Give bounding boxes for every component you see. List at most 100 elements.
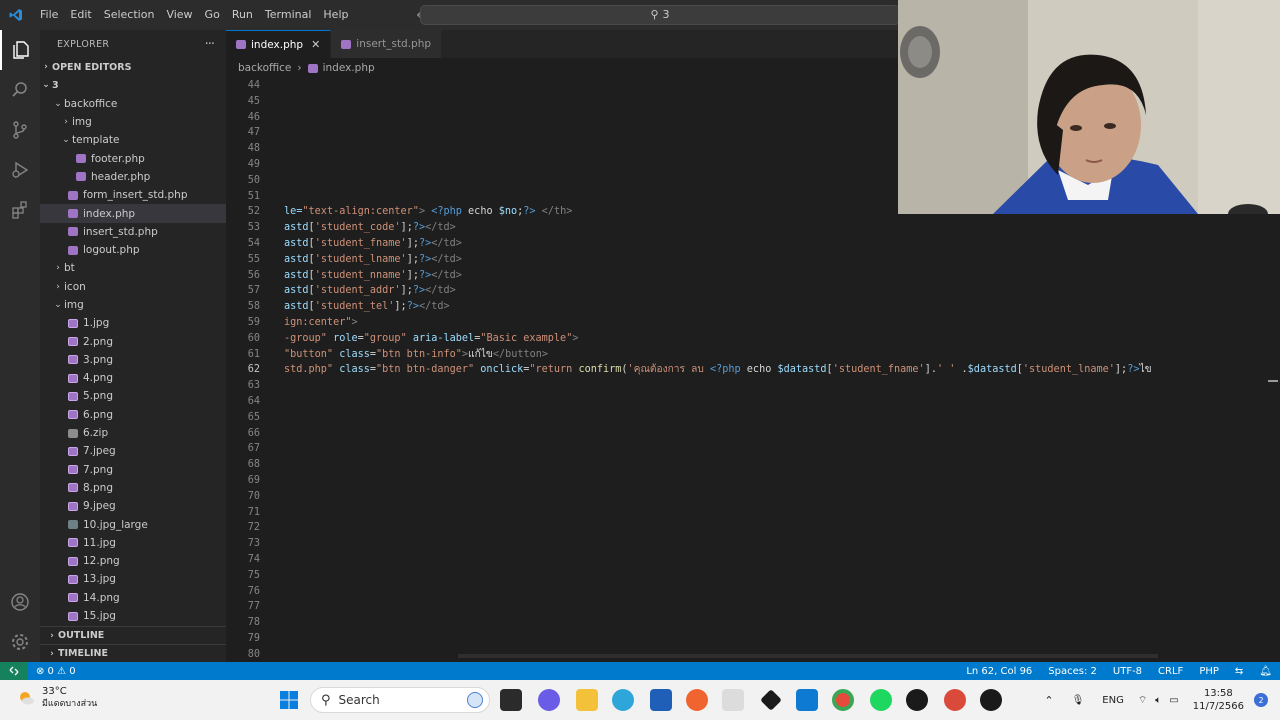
explorer-header: EXPLORER ···	[40, 30, 226, 58]
run-debug-icon[interactable]	[0, 150, 40, 190]
explorer-icon[interactable]	[0, 30, 40, 70]
wifi-icon[interactable]: ⌔	[1138, 694, 1147, 707]
source-control-icon[interactable]	[0, 110, 40, 150]
menu-terminal[interactable]: Terminal	[259, 0, 318, 30]
tree-file[interactable]: 8.png	[40, 479, 226, 497]
input-language[interactable]: ENG	[1102, 695, 1124, 706]
cursor-position[interactable]: Ln 62, Col 96	[958, 666, 1040, 677]
menu-run[interactable]: Run	[226, 0, 259, 30]
tree-file[interactable]: 6.zip	[40, 424, 226, 442]
outline-section[interactable]: › OUTLINE	[40, 626, 226, 644]
windows-start-icon[interactable]	[279, 690, 299, 713]
chrome-icon[interactable]	[832, 689, 854, 711]
tree-file[interactable]: index.php	[40, 204, 226, 223]
accounts-icon[interactable]	[0, 582, 40, 622]
tree-file[interactable]: form_insert_std.php	[40, 186, 226, 204]
tree-folder[interactable]: › img	[40, 113, 226, 131]
tree-file[interactable]: 2.png	[40, 332, 226, 350]
tree-file[interactable]: logout.php	[40, 241, 226, 259]
tree-folder[interactable]: › bt	[40, 259, 226, 277]
tree-file[interactable]: 5.png	[40, 387, 226, 405]
webcam-overlay	[898, 0, 1280, 214]
dropbox-icon[interactable]	[760, 689, 782, 711]
bell-icon[interactable]: 🔔︎	[1251, 666, 1280, 677]
tab-insert-std-php[interactable]: insert_std.php	[331, 30, 443, 58]
menu-go[interactable]: Go	[199, 0, 226, 30]
battery-icon[interactable]: ▭	[1169, 695, 1178, 706]
settings-gear-icon[interactable]	[0, 622, 40, 662]
taskbar-search-input[interactable]: ⚲ Search	[310, 687, 490, 713]
tree-file[interactable]: 12.png	[40, 552, 226, 570]
tree-file[interactable]: 11.jpg	[40, 534, 226, 552]
tree-file[interactable]: 13.jpg	[40, 570, 226, 588]
close-icon[interactable]: ✕	[311, 38, 320, 51]
code-token: </button>	[492, 348, 549, 360]
chrome-profile-icon[interactable]	[944, 689, 966, 711]
file-encoding[interactable]: UTF-8	[1105, 666, 1150, 677]
clock[interactable]: 13:58 11/7/2566	[1193, 687, 1244, 713]
tree-file[interactable]: insert_std.php	[40, 223, 226, 241]
line-number: 56	[247, 269, 260, 281]
remote-indicator-icon[interactable]	[0, 662, 28, 680]
microphone-icon[interactable]: 🎙︎	[1072, 695, 1085, 706]
tree-file[interactable]: 10.jpg_large	[40, 515, 226, 533]
indentation-setting[interactable]: Spaces: 2	[1040, 666, 1105, 677]
open-editors-section[interactable]: › OPEN EDITORS	[40, 58, 226, 76]
language-mode[interactable]: PHP	[1191, 666, 1227, 677]
menu-help[interactable]: Help	[317, 0, 354, 30]
tree-file[interactable]: 14.png	[40, 589, 226, 607]
tree-file[interactable]: 7.png	[40, 461, 226, 479]
tree-file[interactable]: 3.png	[40, 351, 226, 369]
tree-file[interactable]: 15.jpg	[40, 607, 226, 625]
tree-folder[interactable]: ⌄ template	[40, 131, 226, 149]
tree-file[interactable]: header.php	[40, 168, 226, 186]
tree-folder[interactable]: ⌄ img	[40, 296, 226, 314]
menu-selection[interactable]: Selection	[98, 0, 161, 30]
explorer-more-actions-button[interactable]: ···	[205, 37, 215, 52]
tab-index-php[interactable]: index.php ✕	[226, 30, 332, 58]
chevron-up-icon[interactable]: ⌃	[1044, 694, 1053, 707]
tree-folder[interactable]: › icon	[40, 278, 226, 296]
tree-file[interactable]: 1.jpg	[40, 314, 226, 332]
code-token: "text-align:center"	[302, 206, 419, 218]
code-line: 54 astd['student_fname'];?></td>	[226, 236, 1280, 252]
extensions-icon[interactable]	[0, 190, 40, 230]
notification-badge[interactable]: 2	[1254, 693, 1268, 707]
tree-file[interactable]: 4.png	[40, 369, 226, 387]
chat-icon[interactable]	[538, 689, 560, 711]
file-explorer-icon[interactable]	[576, 689, 598, 711]
timeline-section[interactable]: › TIMELINE	[40, 644, 226, 662]
media-player-icon[interactable]	[980, 689, 1002, 711]
command-center-search[interactable]: ⚲ 3	[420, 5, 900, 25]
edge-icon[interactable]	[612, 689, 634, 711]
tree-item-label: 13.jpg	[83, 573, 116, 586]
menu-file[interactable]: File	[34, 0, 64, 30]
code-token: <?php	[431, 206, 469, 218]
workspace-root[interactable]: ⌄ 3	[40, 76, 226, 94]
tree-file[interactable]: 9.jpeg	[40, 497, 226, 515]
breadcrumb-folder[interactable]: backoffice	[238, 62, 291, 74]
obs-icon[interactable]	[906, 689, 928, 711]
volume-icon[interactable]: 🔈︎	[1155, 695, 1161, 706]
tree-file[interactable]: 7.jpeg	[40, 442, 226, 460]
tree-folder[interactable]: ⌄ backoffice	[40, 95, 226, 113]
breadcrumb-file[interactable]: index.php	[323, 62, 375, 74]
line-ending[interactable]: CRLF	[1150, 666, 1191, 677]
spotify-icon[interactable]	[870, 689, 892, 711]
search-icon[interactable]	[0, 70, 40, 110]
store-icon[interactable]	[650, 689, 672, 711]
code-text: astd['student_addr'];?></td>	[284, 283, 456, 299]
code-token: </td>	[431, 269, 462, 281]
tree-file[interactable]: footer.php	[40, 149, 226, 167]
amazon-icon[interactable]	[722, 689, 744, 711]
tree-file[interactable]: 6.png	[40, 406, 226, 424]
firefox-icon[interactable]	[686, 689, 708, 711]
problems-indicator[interactable]: ⊗ 0 ⚠ 0	[28, 666, 84, 677]
task-view-icon[interactable]	[500, 689, 522, 711]
vscode-taskbar-icon[interactable]	[796, 689, 818, 711]
code-line: 63	[226, 378, 1280, 394]
feedback-icon[interactable]: ⇆	[1227, 666, 1251, 677]
menu-view[interactable]: View	[160, 0, 198, 30]
weather-widget[interactable]: 33°C มีแดดบางส่วน	[16, 685, 97, 711]
menu-edit[interactable]: Edit	[64, 0, 97, 30]
